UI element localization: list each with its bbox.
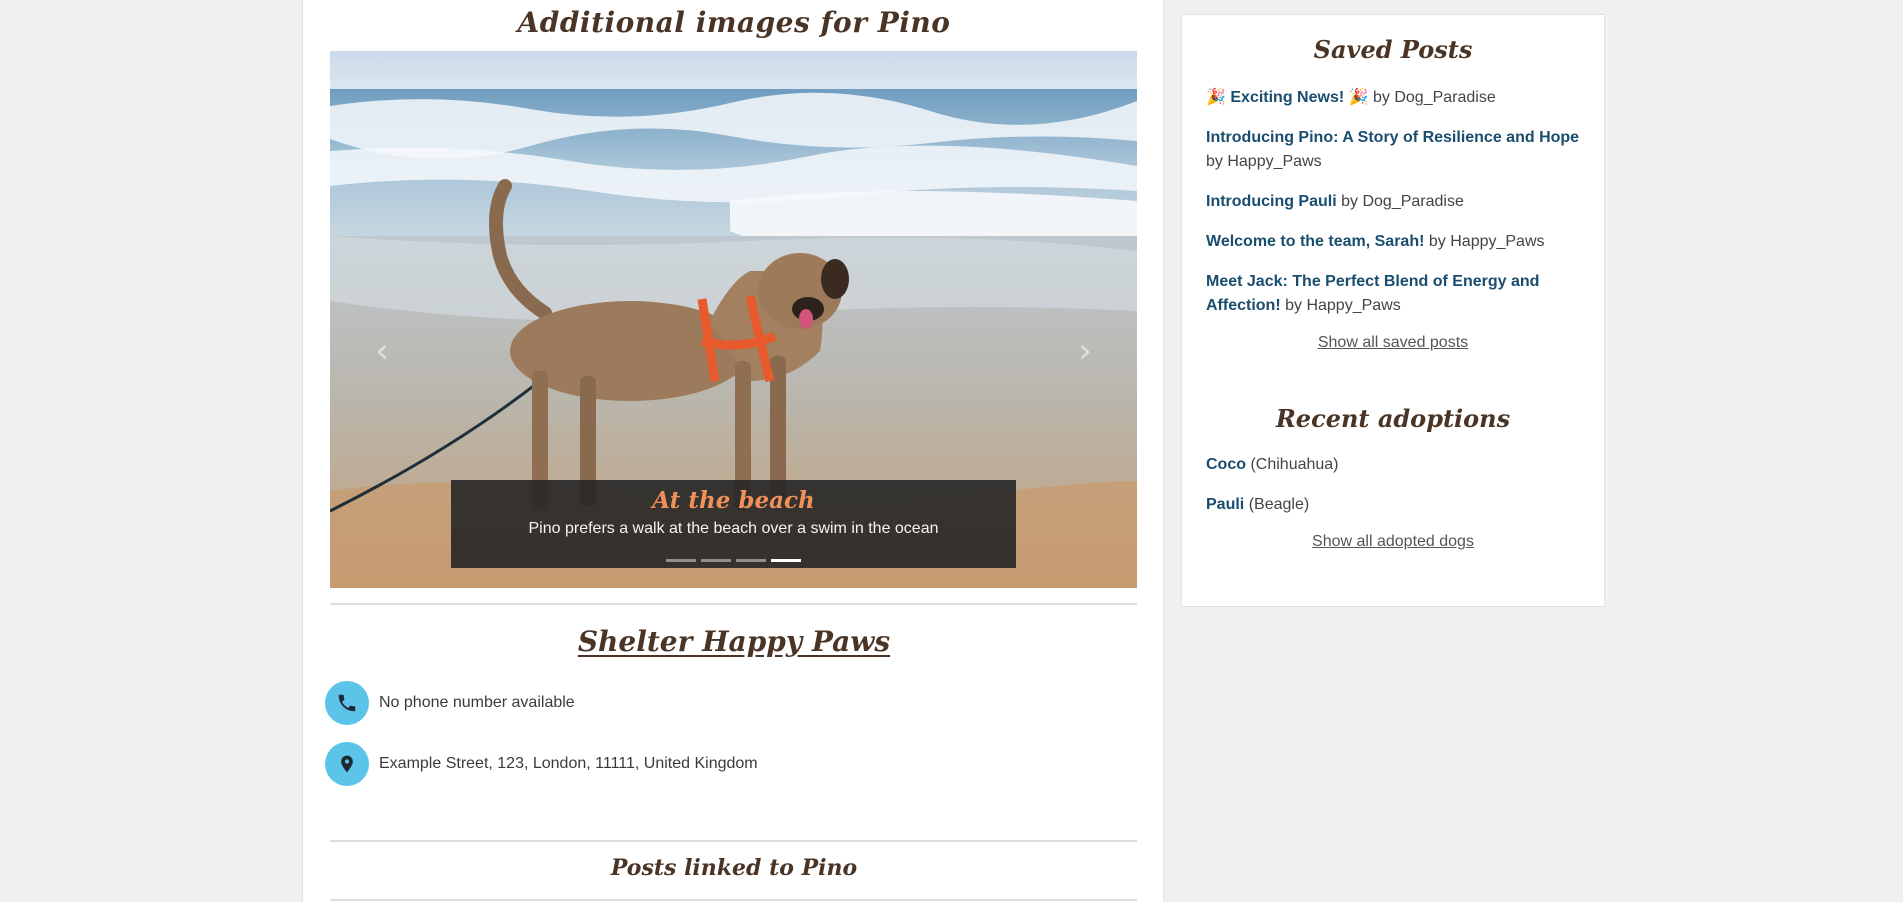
adopted-dog-link[interactable]: Pauli (1206, 496, 1244, 513)
main-column: Additional images for Pino ‹ › At the be… (302, 0, 1164, 902)
saved-posts-title: Saved Posts (1313, 35, 1473, 64)
map-marker-icon (325, 742, 369, 786)
show-all-adopted-dogs-link[interactable]: Show all adopted dogs (1182, 533, 1604, 551)
post-author: by Dog_Paradise (1341, 193, 1464, 210)
list-item: 🎉 Exciting News! 🎉 by Dog_Paradise (1206, 86, 1580, 110)
recent-adoptions-list: Coco (Chihuahua) Pauli (Beagle) (1206, 453, 1580, 517)
list-item: Introducing Pauli by Dog_Paradise (1206, 190, 1580, 214)
saved-post-link[interactable]: Introducing Pauli (1206, 193, 1337, 210)
list-item: Pauli (Beagle) (1206, 493, 1580, 517)
shelter-name-link[interactable]: Shelter Happy Paws (303, 625, 1165, 658)
list-item: Introducing Pino: A Story of Resilience … (1206, 126, 1580, 174)
shelter-address-row: Example Street, 123, London, 11111, Unit… (325, 742, 758, 786)
divider (330, 899, 1137, 901)
shelter-phone-row: No phone number available (325, 681, 575, 725)
carousel-next-button[interactable]: › (1073, 331, 1097, 371)
dog-breed: (Beagle) (1248, 496, 1310, 513)
saved-post-link[interactable]: 🎉 Exciting News! 🎉 (1206, 89, 1369, 106)
post-author: by Happy_Paws (1428, 233, 1545, 250)
caption-text: Pino prefers a walk at the beach over a … (528, 520, 939, 537)
list-item: Coco (Chihuahua) (1206, 453, 1580, 477)
chevron-left-icon: ‹ (375, 331, 389, 371)
chevron-right-icon: › (1078, 331, 1092, 371)
carousel-indicator-2[interactable] (701, 559, 731, 562)
list-item: Meet Jack: The Perfect Blend of Energy a… (1206, 270, 1580, 318)
posts-linked-title: Posts linked to Pino (610, 855, 858, 881)
carousel-indicator-3[interactable] (736, 559, 766, 562)
carousel-indicators (451, 559, 1016, 562)
list-item: Welcome to the team, Sarah! by Happy_Paw… (1206, 230, 1580, 254)
divider (330, 603, 1137, 605)
carousel-indicator-1[interactable] (666, 559, 696, 562)
show-all-saved-posts-link[interactable]: Show all saved posts (1182, 334, 1604, 352)
shelter-phone: No phone number available (379, 694, 575, 711)
sidebar: Saved Posts 🎉 Exciting News! 🎉 by Dog_Pa… (1181, 14, 1605, 607)
post-author: by Dog_Paradise (1373, 89, 1496, 106)
divider (330, 840, 1137, 842)
recent-adoptions-title: Recent adoptions (1275, 404, 1511, 433)
caption-title: At the beach (652, 487, 815, 514)
gallery-title: Additional images for Pino (517, 6, 951, 39)
carousel-indicator-4[interactable] (771, 559, 801, 562)
carousel-caption: At the beach Pino prefers a walk at the … (451, 480, 1016, 568)
carousel-prev-button[interactable]: ‹ (370, 331, 394, 371)
shelter-address: Example Street, 123, London, 11111, Unit… (379, 755, 758, 772)
adopted-dog-link[interactable]: Coco (1206, 456, 1246, 473)
phone-icon (325, 681, 369, 725)
dog-breed: (Chihuahua) (1250, 456, 1339, 473)
post-author: by Happy_Paws (1206, 153, 1322, 170)
image-carousel[interactable]: ‹ › At the beach Pino prefers a walk at … (330, 51, 1137, 588)
saved-post-link[interactable]: Welcome to the team, Sarah! (1206, 233, 1424, 250)
saved-posts-list: 🎉 Exciting News! 🎉 by Dog_Paradise Intro… (1206, 86, 1580, 318)
saved-post-link[interactable]: Introducing Pino: A Story of Resilience … (1206, 129, 1579, 146)
post-author: by Happy_Paws (1285, 297, 1401, 314)
